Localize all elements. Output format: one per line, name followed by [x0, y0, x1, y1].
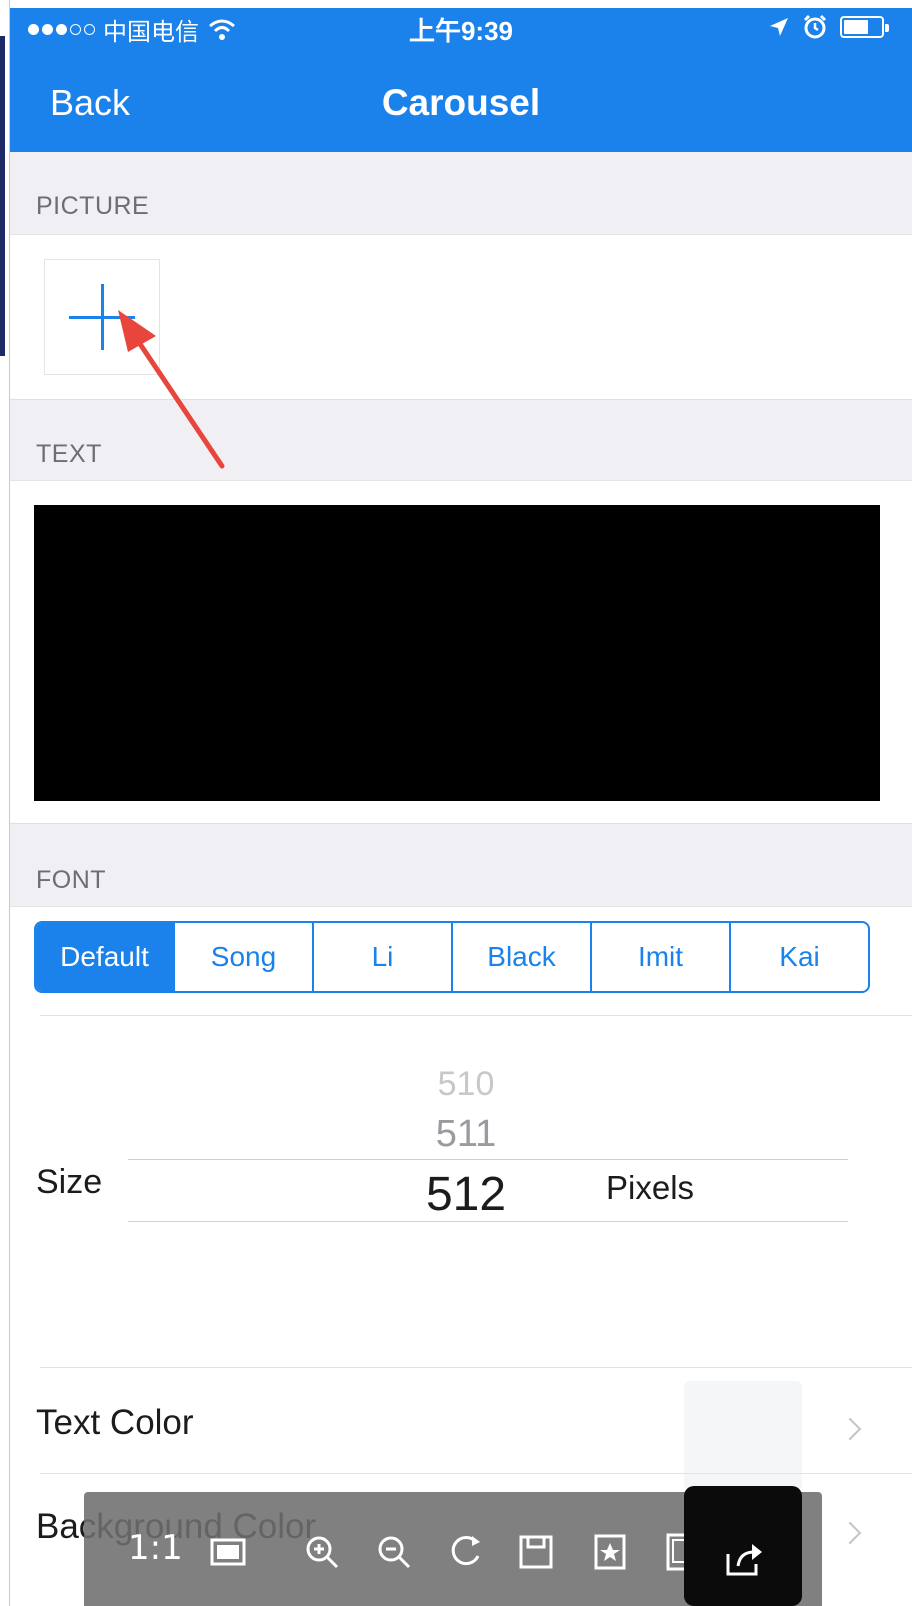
favorite-icon[interactable]	[590, 1532, 630, 1572]
zoom-in-icon[interactable]	[302, 1532, 342, 1572]
fit-to-window-icon[interactable]	[208, 1532, 248, 1572]
zoom-out-icon[interactable]	[374, 1532, 414, 1572]
share-button[interactable]	[684, 1486, 802, 1606]
annotation-arrow-icon	[118, 310, 225, 469]
share-icon	[726, 1544, 762, 1576]
actual-size-button[interactable]: 1:1	[128, 1528, 183, 1568]
save-icon[interactable]	[516, 1532, 556, 1572]
rotate-icon[interactable]	[446, 1532, 486, 1572]
